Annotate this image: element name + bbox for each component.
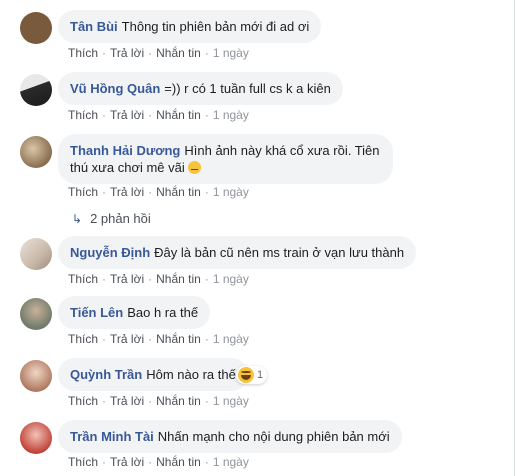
message-link[interactable]: Nhắn tin (156, 46, 201, 60)
like-link[interactable]: Thích (68, 332, 98, 346)
comment-bubble: Vũ Hồng Quân =)) r có 1 tuần full cs k a … (58, 72, 343, 105)
like-link[interactable]: Thích (68, 185, 98, 199)
comment-text: Bao h ra thế (127, 305, 199, 320)
like-link[interactable]: Thích (68, 394, 98, 408)
comment-author[interactable]: Vũ Hồng Quân (70, 81, 160, 96)
comment-timestamp[interactable]: 1 ngày (213, 185, 249, 199)
comment-text: =)) r có 1 tuần full cs k a kiên (164, 81, 331, 96)
avatar[interactable] (20, 422, 52, 454)
comment-author[interactable]: Trần Minh Tài (70, 429, 154, 444)
comment-text: Hôm nào ra thế (146, 367, 236, 382)
comment-thread: Tân Bùi Thông tin phiên bản mới đi ad ơi … (0, 0, 515, 476)
comment-author[interactable]: Thanh Hải Dương (70, 143, 180, 158)
comment-actions: Thích · Trả lời · Nhắn tin · 1 ngày (68, 394, 249, 408)
avatar[interactable] (20, 360, 52, 392)
reply-link[interactable]: Trả lời (110, 455, 144, 469)
message-link[interactable]: Nhắn tin (156, 332, 201, 346)
comment-author[interactable]: Quỳnh Trần (70, 367, 142, 382)
like-link[interactable]: Thích (68, 108, 98, 122)
comment-timestamp[interactable]: 1 ngày (213, 332, 249, 346)
comment-bubble: Tiến Lên Bao h ra thế (58, 296, 211, 329)
avatar[interactable] (20, 136, 52, 168)
reaction-count: 1 (257, 369, 264, 381)
comment-actions: Thích · Trả lời · Nhắn tin · 1 ngày (68, 332, 249, 346)
reply-link[interactable]: Trả lời (110, 394, 144, 408)
view-replies-link[interactable]: ↳ 2 phản hồi (72, 211, 151, 226)
replies-count: 2 phản hồi (90, 211, 151, 226)
haha-reaction-icon (238, 367, 254, 383)
comment-timestamp[interactable]: 1 ngày (213, 394, 249, 408)
comment-text: Đây là bản cũ nên ms train ở vạn lưu thà… (154, 245, 405, 260)
comment-actions: Thích · Trả lời · Nhắn tin · 1 ngày (68, 46, 249, 60)
comment-actions: Thích · Trả lời · Nhắn tin · 1 ngày (68, 272, 249, 286)
reply-link[interactable]: Trả lời (110, 272, 144, 286)
avatar[interactable] (20, 238, 52, 270)
comment-bubble: Thanh Hải Dương Hình ảnh này khá cổ xưa r… (58, 134, 393, 184)
comment-actions: Thích · Trả lời · Nhắn tin · 1 ngày (68, 108, 249, 122)
comment-bubble: Trần Minh Tài Nhấn mạnh cho nội dung phiê… (58, 420, 402, 453)
reply-link[interactable]: Trả lời (110, 46, 144, 60)
comment-text: Thông tin phiên bản mới đi ad ơi (121, 19, 310, 34)
reply-link[interactable]: Trả lời (110, 332, 144, 346)
comment-timestamp[interactable]: 1 ngày (213, 46, 249, 60)
message-link[interactable]: Nhắn tin (156, 272, 201, 286)
like-link[interactable]: Thích (68, 455, 98, 469)
comment-author[interactable]: Nguyễn Định (70, 245, 150, 260)
reply-arrow-icon: ↳ (72, 212, 83, 226)
like-link[interactable]: Thích (68, 46, 98, 60)
avatar[interactable] (20, 74, 52, 106)
avatar[interactable] (20, 298, 52, 330)
comment-timestamp[interactable]: 1 ngày (213, 108, 249, 122)
comment-author[interactable]: Tiến Lên (70, 305, 123, 320)
comment-timestamp[interactable]: 1 ngày (213, 272, 249, 286)
comment-bubble: Nguyễn Định Đây là bản cũ nên ms train ở … (58, 236, 417, 269)
message-link[interactable]: Nhắn tin (156, 394, 201, 408)
unamused-face-icon (188, 161, 202, 174)
reply-link[interactable]: Trả lời (110, 185, 144, 199)
comment-bubble: Quỳnh Trần Hôm nào ra thế (58, 358, 248, 391)
reaction-summary[interactable]: 1 (236, 366, 268, 384)
avatar[interactable] (20, 12, 52, 44)
comment-actions: Thích · Trả lời · Nhắn tin · 1 ngày (68, 185, 249, 199)
like-link[interactable]: Thích (68, 272, 98, 286)
comment-author[interactable]: Tân Bùi (70, 19, 118, 34)
comment-actions: Thích · Trả lời · Nhắn tin · 1 ngày (68, 455, 249, 469)
message-link[interactable]: Nhắn tin (156, 455, 201, 469)
comment-text: Nhấn mạnh cho nội dung phiên bản mới (157, 429, 390, 444)
comment-timestamp[interactable]: 1 ngày (213, 455, 249, 469)
comment-bubble: Tân Bùi Thông tin phiên bản mới đi ad ơi (58, 10, 322, 43)
message-link[interactable]: Nhắn tin (156, 185, 201, 199)
message-link[interactable]: Nhắn tin (156, 108, 201, 122)
reply-link[interactable]: Trả lời (110, 108, 144, 122)
